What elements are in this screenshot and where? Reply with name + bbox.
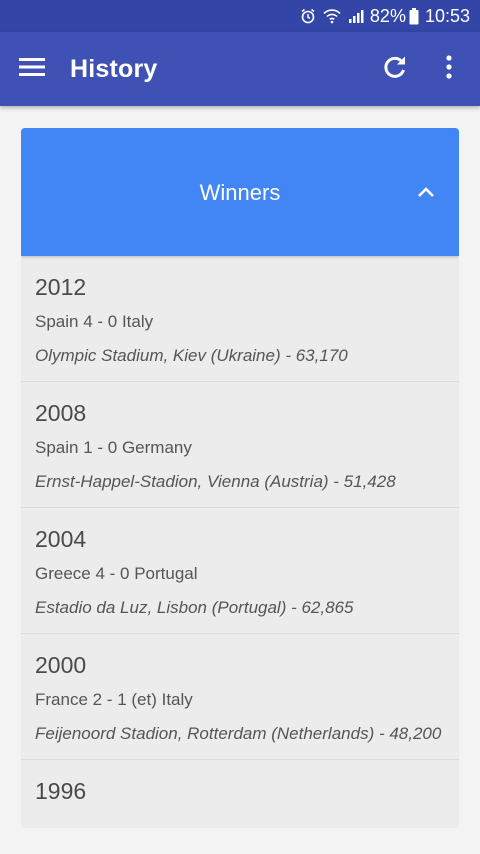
winner-year: 2000 <box>35 652 87 678</box>
content-area: Winners 2012 Spain 4 - 0 Italy Olympic S… <box>0 106 480 854</box>
winner-result: Greece 4 - 0 Portugal <box>35 564 198 583</box>
menu-button[interactable] <box>0 32 64 106</box>
winner-result: Spain 1 - 0 Germany <box>35 438 192 457</box>
clock-time: 10:53 <box>424 5 470 26</box>
winners-panel-header[interactable]: Winners <box>21 128 459 256</box>
chevron-up-icon[interactable] <box>417 186 435 198</box>
list-item[interactable]: 2012 Spain 4 - 0 Italy Olympic Stadium, … <box>21 256 459 382</box>
winner-venue: Olympic Stadium, Kiev (Ukraine) - 63,170 <box>35 346 348 365</box>
winner-result <box>35 814 445 828</box>
list-item[interactable]: 2004 Greece 4 - 0 Portugal Estadio da Lu… <box>21 508 459 634</box>
menu-icon <box>19 57 45 82</box>
winner-venue: Feijenoord Stadion, Rotterdam (Netherlan… <box>35 724 442 743</box>
winners-list: 2012 Spain 4 - 0 Italy Olympic Stadium, … <box>21 256 459 828</box>
refresh-icon <box>382 54 408 85</box>
winners-panel: Winners 2012 Spain 4 - 0 Italy Olympic S… <box>21 128 459 828</box>
winner-year: 2012 <box>35 274 87 300</box>
winner-year: 1996 <box>35 778 87 804</box>
winner-venue: Estadio da Luz, Lisbon (Portugal) - 62,8… <box>35 598 354 617</box>
winner-year: 2008 <box>35 400 87 426</box>
refresh-button[interactable] <box>368 32 422 106</box>
battery-icon <box>409 7 419 25</box>
signal-icon <box>348 8 364 24</box>
list-item[interactable]: 2000 France 2 - 1 (et) Italy Feijenoord … <box>21 634 459 760</box>
page-title: History <box>70 54 158 83</box>
status-bar: 82% 10:53 <box>0 0 480 32</box>
list-item[interactable]: 2008 Spain 1 - 0 Germany Ernst-Happel-St… <box>21 382 459 508</box>
app-bar: History <box>0 32 480 106</box>
winner-year: 2004 <box>35 526 87 552</box>
battery-percent: 82% <box>369 5 406 26</box>
panel-title: Winners <box>199 180 281 205</box>
overflow-menu-button[interactable] <box>422 32 476 106</box>
winner-result: France 2 - 1 (et) Italy <box>35 690 193 709</box>
wifi-icon <box>323 8 341 24</box>
list-item[interactable]: 1996 <box>21 760 459 828</box>
winner-result: Spain 4 - 0 Italy <box>35 312 154 331</box>
winner-venue: Ernst-Happel-Stadion, Vienna (Austria) -… <box>35 472 396 491</box>
alarm-icon <box>300 8 316 24</box>
overflow-menu-icon <box>445 54 453 84</box>
